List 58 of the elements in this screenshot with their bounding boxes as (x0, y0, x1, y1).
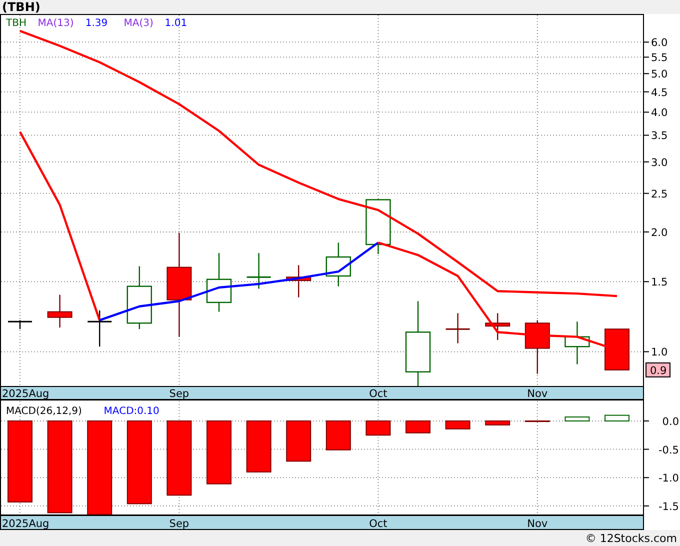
x-tick-label: Oct (369, 518, 388, 530)
x-tick-label: Sep (169, 518, 190, 530)
y-tick-label: -0.5 (658, 444, 679, 456)
x-tick-label: Nov (527, 518, 548, 530)
macd-bar (406, 420, 430, 434)
y-tick-label: 2.0 (651, 226, 668, 239)
copyright-text: © 12Stocks.com (585, 532, 677, 544)
macd-bar (246, 420, 272, 472)
legend-text: MACD:0.10 (104, 406, 160, 417)
macd-bar (286, 420, 312, 462)
legend-text: 1.39 (85, 18, 108, 29)
macd-bar (485, 420, 510, 426)
x-tick-label: Nov (527, 388, 548, 400)
x-tick-label: 2025Aug (2, 518, 50, 530)
last-price-tag: 0.9 (646, 362, 670, 378)
macd-bar (206, 420, 232, 484)
y-tick-label: 3.0 (651, 156, 668, 169)
candlestick (286, 265, 312, 298)
y-tick-label: 6.0 (651, 37, 668, 50)
y-tick-label: 0.0 (662, 416, 679, 428)
y-tick-label: 1.5 (651, 276, 668, 289)
macd-bar (366, 420, 391, 436)
x-tick-label: Sep (169, 388, 190, 400)
candlestick (246, 253, 271, 289)
y-tick-label: 4.5 (651, 86, 668, 99)
candlestick (126, 266, 152, 330)
macd-bar (524, 420, 550, 422)
legend-text: TBH (6, 18, 26, 29)
y-tick-label: 1.0 (651, 346, 668, 359)
y-tick-label: 5.0 (651, 68, 668, 81)
y-tick-label: 5.5 (651, 52, 668, 64)
chart-title: MACD(26,12,9) (6, 406, 82, 417)
y-tick-label: -1.0 (658, 472, 679, 485)
x-tick-label: Oct (369, 388, 388, 400)
legend-text: 1.01 (164, 18, 188, 29)
candlestick (326, 242, 351, 286)
legend-text: MA(13) (38, 18, 74, 29)
candlestick (88, 310, 112, 347)
candlestick (366, 199, 391, 254)
y-tick-label: 3.5 (651, 130, 668, 142)
y-tick-label: -1.5 (658, 500, 679, 513)
macd-bar (604, 414, 630, 422)
candlestick (47, 294, 72, 328)
candlestick (485, 313, 510, 340)
macd-bar (326, 420, 351, 450)
candlestick (8, 320, 32, 330)
x-tick-label: 2025Aug (2, 388, 50, 400)
legend-text: MA(3) (124, 18, 154, 29)
candlestick (206, 253, 232, 312)
macd-bar (445, 420, 470, 430)
candlestick (446, 313, 470, 344)
chart-title: (TBH) (2, 0, 40, 14)
y-tick-label: 2.5 (651, 188, 668, 200)
candlestick (564, 322, 590, 364)
candlestick (604, 328, 630, 370)
y-tick-label: 4.0 (651, 107, 668, 120)
macd-bar (564, 416, 590, 422)
candlestick (524, 320, 550, 374)
